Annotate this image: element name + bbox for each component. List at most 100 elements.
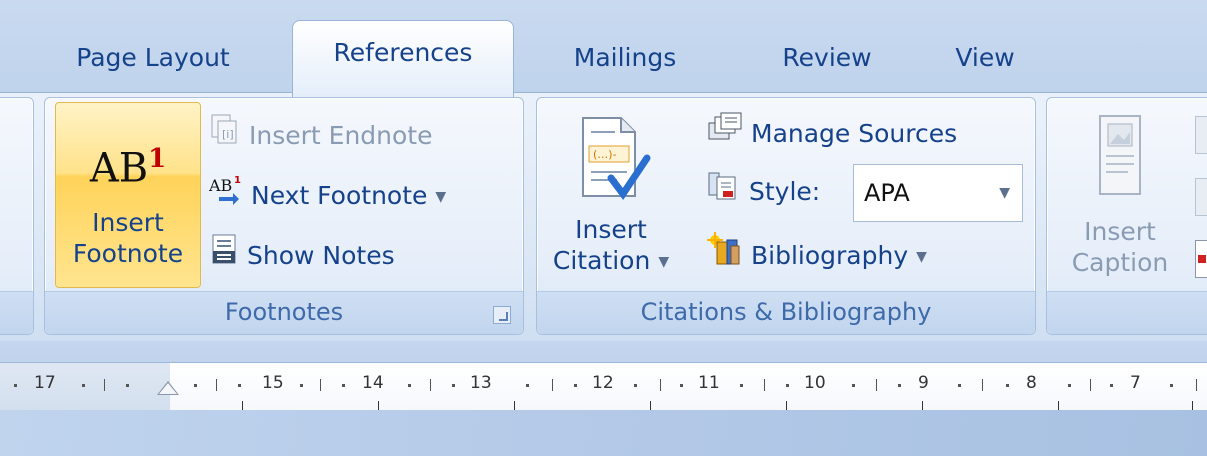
insert-caption-label-line1: Insert	[1084, 217, 1156, 246]
ruler-tick	[1090, 379, 1091, 391]
document-background-area	[0, 410, 1207, 456]
svg-text:1: 1	[234, 175, 241, 186]
ruler-dot	[126, 384, 129, 387]
insert-caption-label-line2: Caption	[1071, 248, 1169, 277]
citation-style-select[interactable]: APA ▼	[853, 164, 1023, 222]
tab-review[interactable]: Review	[752, 38, 902, 78]
ruler-dot	[740, 384, 743, 387]
ruler-dot	[238, 384, 241, 387]
ruler-dot	[634, 384, 637, 387]
captions-group-label-bar	[1047, 291, 1207, 334]
show-notes-button[interactable]: Show Notes	[209, 232, 395, 280]
ruler-dot	[786, 384, 789, 387]
insert-footnote-icon: AB1	[56, 129, 200, 192]
show-notes-icon	[209, 233, 239, 281]
captions-group: Insert Caption	[1046, 97, 1207, 335]
ruler-number: 12	[592, 373, 614, 393]
insert-endnote-label: Insert Endnote	[249, 121, 433, 150]
citation-style-value: APA	[864, 179, 910, 207]
ruler-dot	[342, 384, 345, 387]
ruler-number: 9	[918, 373, 929, 393]
ruler-number: 7	[1130, 373, 1141, 393]
footnote-icon-superscript: 1	[148, 144, 167, 174]
ruler-dot	[852, 384, 855, 387]
ruler-tick	[660, 379, 661, 391]
ruler-dot	[300, 384, 303, 387]
tab-page-layout[interactable]: Page Layout	[42, 38, 264, 78]
footnote-icon-text: AB	[89, 145, 149, 192]
insert-caption-icon	[1092, 112, 1148, 202]
ruler-tick	[216, 379, 217, 391]
ruler-number: 17	[34, 373, 56, 393]
citation-style-dropdown-icon[interactable]: ▼	[999, 165, 1010, 221]
ruler-text-area	[170, 363, 1207, 411]
footnotes-group-label: Footnotes	[45, 291, 523, 334]
cross-reference-marker	[1198, 255, 1206, 263]
tab-references[interactable]: References	[292, 20, 514, 97]
bibliography-label: Bibliography	[751, 241, 909, 270]
bibliography-button[interactable]: Bibliography ▼	[707, 232, 927, 280]
footnotes-dialog-launcher-icon[interactable]	[493, 306, 511, 324]
next-footnote-icon: AB 1	[208, 173, 243, 221]
insert-endnote-icon: [i]	[209, 113, 241, 161]
ruler-tick	[320, 379, 321, 391]
ruler-dot	[82, 384, 85, 387]
ruler-dot	[680, 384, 683, 387]
ruler-dot	[194, 384, 197, 387]
horizontal-ruler[interactable]: 17 15 14 13 12 11 10 9 8 7	[0, 362, 1207, 411]
style-label-group: Style:	[707, 168, 820, 216]
ruler-dot	[1110, 384, 1113, 387]
update-table-icon[interactable]	[1195, 178, 1207, 216]
insert-table-of-figures-icon[interactable]	[1195, 116, 1207, 154]
ruler-dot	[898, 384, 901, 387]
svg-text:[i]: [i]	[222, 128, 234, 141]
ruler-dot	[1170, 384, 1173, 387]
ruler-tick	[764, 379, 765, 391]
citations-bibliography-group: (…)- Insert Citation ▼ Manage Sources St…	[536, 97, 1036, 335]
ribbon-tab-bar: Page Layout References Mailings Review V…	[0, 0, 1207, 97]
previous-group-edge	[0, 97, 34, 335]
next-footnote-dropdown-icon[interactable]: ▼	[435, 189, 446, 205]
ruler-tick	[982, 379, 983, 391]
manage-sources-button[interactable]: Manage Sources	[707, 110, 957, 158]
cross-reference-icon[interactable]	[1195, 240, 1207, 278]
insert-endnote-button[interactable]: [i] Insert Endnote	[209, 112, 432, 160]
svg-text:AB: AB	[209, 176, 232, 195]
ruler-number: 10	[804, 373, 826, 393]
manage-sources-icon	[707, 111, 743, 159]
ruler-dot	[1068, 384, 1071, 387]
show-notes-label: Show Notes	[247, 241, 395, 270]
insert-citation-label-line1: Insert	[575, 215, 647, 244]
first-line-indent-marker-icon[interactable]	[157, 381, 179, 395]
insert-caption-button[interactable]: Insert Caption	[1055, 106, 1185, 290]
ruler-dot	[14, 384, 17, 387]
ruler-tick	[104, 379, 105, 391]
previous-group-label-bar	[0, 291, 33, 334]
ruler-tick	[552, 379, 553, 391]
style-icon	[707, 169, 741, 217]
ruler-dot	[452, 384, 455, 387]
citations-bibliography-group-label: Citations & Bibliography	[537, 291, 1035, 334]
bibliography-dropdown-icon[interactable]: ▼	[916, 249, 927, 265]
tab-mailings[interactable]: Mailings	[540, 38, 710, 78]
next-footnote-label: Next Footnote	[251, 181, 428, 210]
ruler-dot	[1006, 384, 1009, 387]
insert-footnote-label-line2: Footnote	[72, 239, 184, 268]
insert-citation-button[interactable]: (…)- Insert Citation ▼	[551, 106, 671, 290]
next-footnote-button[interactable]: AB 1 Next Footnote ▼	[208, 172, 446, 221]
ruler-tick	[1196, 379, 1197, 391]
insert-footnote-button[interactable]: AB1 Insert Footnote	[55, 102, 201, 288]
manage-sources-label: Manage Sources	[751, 119, 958, 148]
ruler-number: 8	[1026, 373, 1037, 393]
svg-text:(…)-: (…)-	[593, 148, 617, 161]
insert-citation-dropdown-icon[interactable]: ▼	[658, 254, 669, 270]
ruler-tick	[876, 379, 877, 391]
ruler-number: 13	[470, 373, 492, 393]
bibliography-icon	[707, 232, 743, 282]
ruler-number: 14	[362, 373, 384, 393]
insert-footnote-label-line1: Insert	[92, 208, 164, 237]
insert-citation-label-line2: Citation	[552, 246, 651, 275]
ruler-number: 15	[262, 373, 284, 393]
tab-view[interactable]: View	[930, 38, 1040, 78]
ruler-dot	[574, 384, 577, 387]
